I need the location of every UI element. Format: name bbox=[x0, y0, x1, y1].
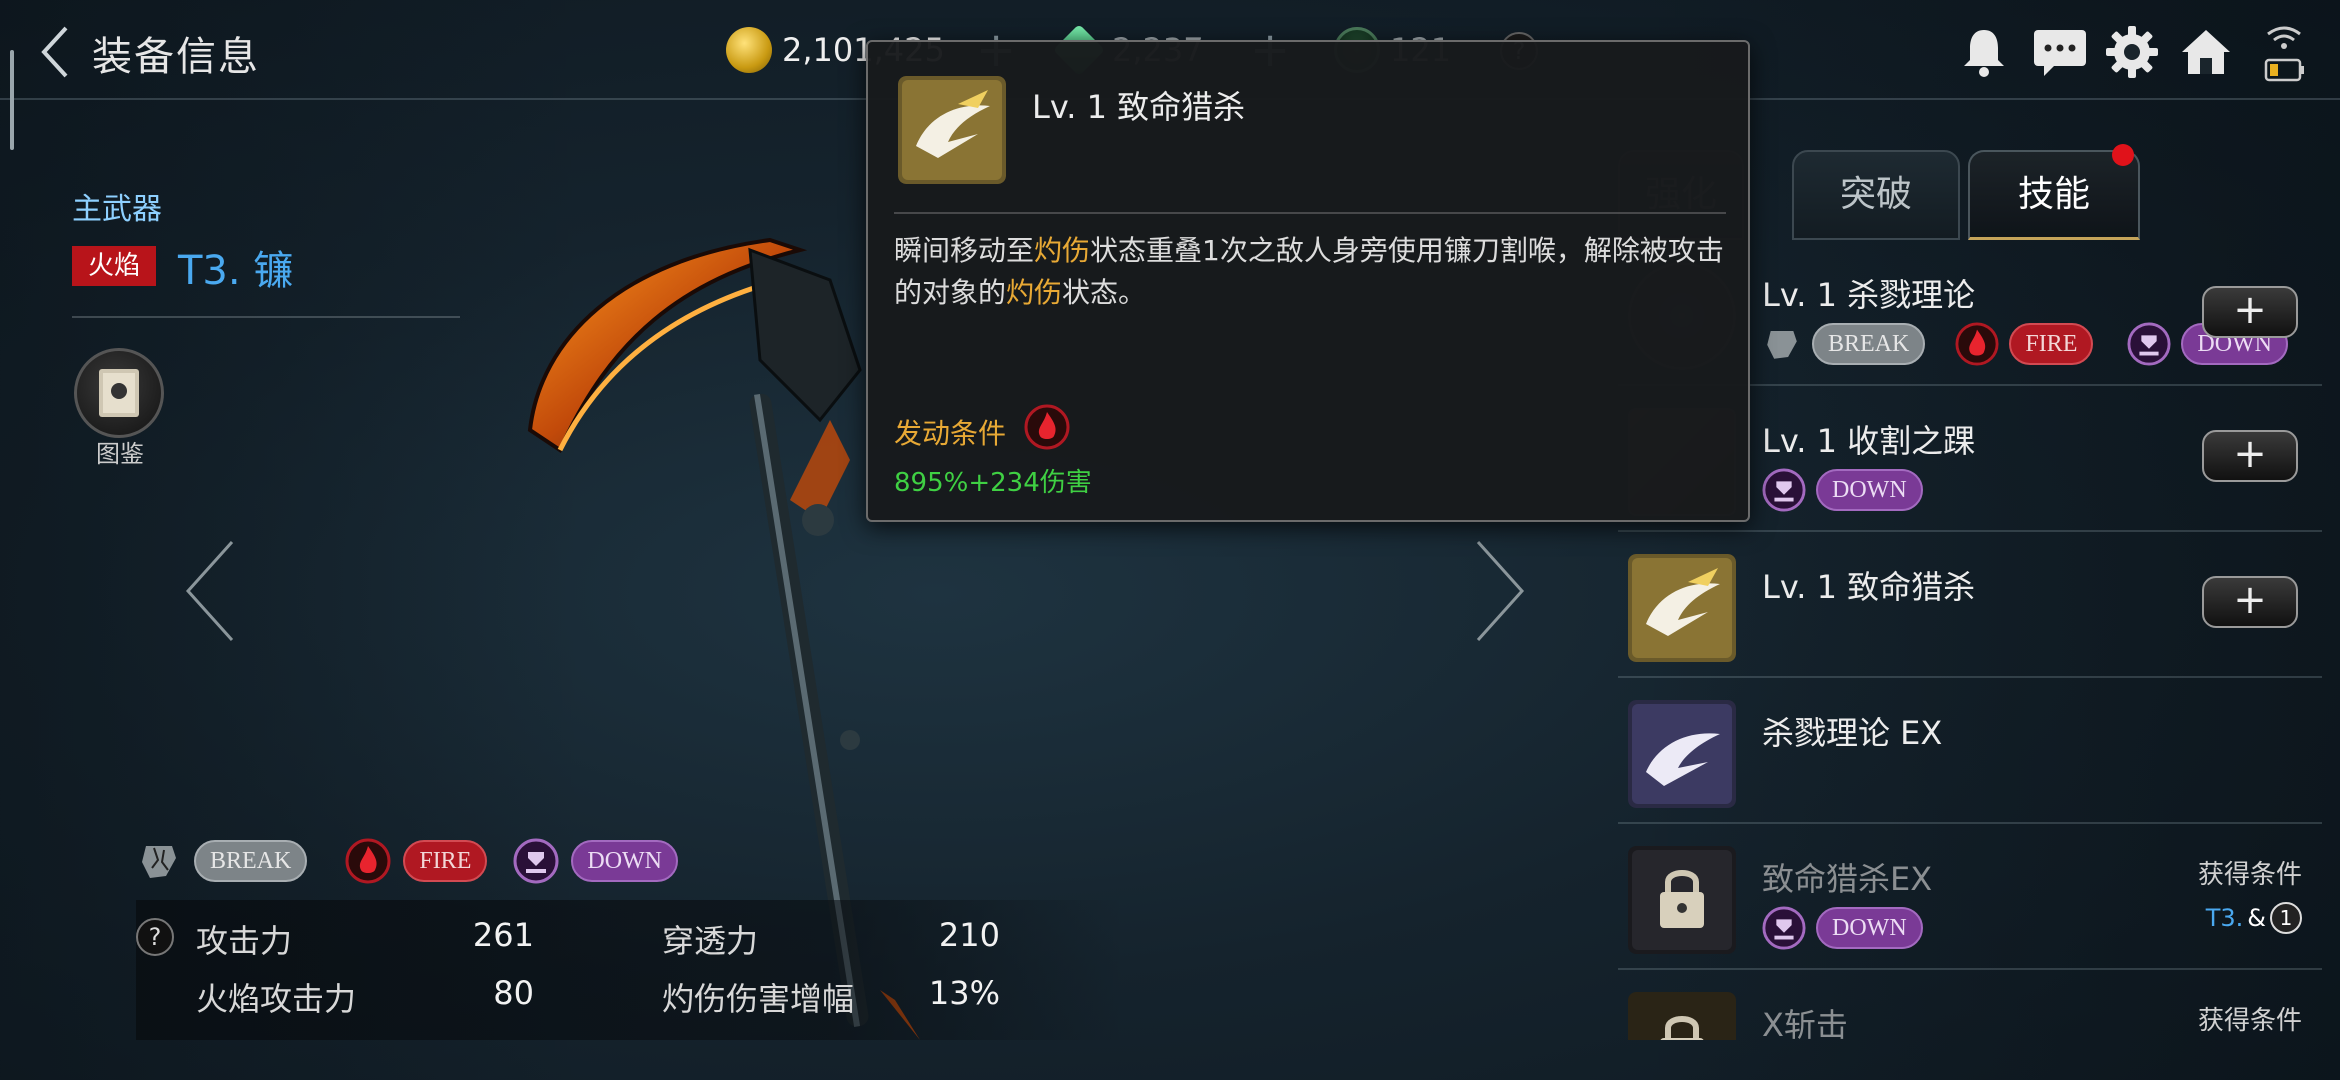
down-effect-icon bbox=[513, 838, 559, 884]
stat-label-burn-amp: 灼伤伤害增幅 bbox=[662, 980, 855, 1018]
tab-skills[interactable]: 技能 bbox=[1968, 150, 2140, 240]
skill-row[interactable]: 杀戮理论 EX bbox=[1618, 678, 2322, 824]
page-title: 装备信息 bbox=[92, 34, 260, 80]
weapon-effect-badges: BREAK FIRE DOWN bbox=[136, 838, 679, 884]
back-arrow-icon[interactable] bbox=[36, 22, 76, 82]
stat-value-burn-amp: 13% bbox=[928, 974, 1000, 1012]
prev-weapon-arrow-icon[interactable] bbox=[180, 536, 240, 646]
tooltip-description: 瞬间移动至灼伤状态重叠1次之敌人身旁使用镰刀割喉，解除被攻击的对象的灼伤状态。 bbox=[894, 230, 1726, 314]
upgrade-skill-button[interactable]: + bbox=[2202, 576, 2298, 628]
condition-amp: & bbox=[2247, 904, 2266, 932]
break-effect-icon bbox=[142, 846, 176, 878]
down-badge: DOWN bbox=[571, 840, 679, 882]
down-effect-icon bbox=[1762, 468, 1806, 512]
condition-tier: T3. bbox=[2205, 904, 2244, 932]
skill-lethal-hunt-icon bbox=[1628, 554, 1736, 662]
bell-icon[interactable] bbox=[1956, 24, 2012, 80]
skill-name: Lv. 1 致命猎杀 bbox=[1762, 568, 1976, 606]
stats-help-icon[interactable]: ? bbox=[136, 918, 174, 956]
unlock-condition-label: 获得条件 bbox=[2197, 860, 2302, 890]
skill-lethal-hunt-icon bbox=[898, 76, 1006, 184]
skill-row[interactable]: Lv. 1 致命猎杀 + bbox=[1618, 532, 2322, 678]
skill-row[interactable]: X斩击 获得条件 bbox=[1618, 970, 2322, 1040]
element-tag: 火焰 bbox=[72, 246, 156, 286]
notification-dot bbox=[2112, 144, 2134, 166]
skill-slaughter-ex-icon bbox=[1628, 700, 1736, 808]
tab-breakthrough[interactable]: 突破 bbox=[1792, 150, 1960, 240]
down-effect-icon bbox=[2127, 322, 2171, 366]
wifi-battery-icon bbox=[2264, 26, 2304, 82]
skill-name: X斩击 bbox=[1762, 1006, 1848, 1040]
upgrade-skill-button[interactable]: + bbox=[2202, 430, 2298, 482]
stat-value-attack: 261 bbox=[472, 916, 534, 954]
desc-text: 状态。 bbox=[1062, 276, 1147, 309]
left-scroll-indicator bbox=[10, 50, 14, 150]
skill-badges: DOWN bbox=[1762, 468, 1923, 512]
down-effect-icon bbox=[1762, 906, 1806, 950]
weapon-slot-label: 主武器 bbox=[72, 192, 162, 227]
skill-row[interactable]: 致命猎杀EX DOWN 获得条件 T3. & 1 bbox=[1618, 824, 2322, 970]
weapon-name: T3. 镰 bbox=[178, 248, 294, 294]
unlock-condition-value: T3. & 1 bbox=[2206, 902, 2302, 934]
down-badge: DOWN bbox=[1816, 907, 1923, 949]
divider bbox=[72, 316, 460, 318]
book-icon bbox=[99, 369, 139, 417]
trigger-condition-label: 发动条件 bbox=[894, 417, 1007, 450]
fire-effect-icon bbox=[345, 838, 391, 884]
stat-label-attack: 攻击力 bbox=[196, 922, 293, 960]
upgrade-skill-button[interactable]: + bbox=[2202, 286, 2298, 338]
locked-skill-icon bbox=[1628, 846, 1736, 954]
gold-coin-icon bbox=[726, 27, 772, 73]
break-badge: BREAK bbox=[194, 840, 308, 882]
desc-keyword-burn: 灼伤 bbox=[1034, 234, 1091, 267]
skill-badges: DOWN bbox=[1762, 906, 1923, 950]
unlock-condition-label: 获得条件 bbox=[2197, 1006, 2302, 1036]
fire-effect-icon bbox=[1955, 322, 1999, 366]
desc-text: 瞬间移动至 bbox=[894, 234, 1035, 267]
divider bbox=[894, 212, 1726, 214]
fire-badge: FIRE bbox=[403, 840, 488, 882]
desc-keyword-burn: 灼伤 bbox=[1006, 276, 1063, 309]
break-badge: BREAK bbox=[1812, 323, 1926, 365]
condition-number: 1 bbox=[2270, 902, 2302, 934]
skill-name: 致命猎杀EX bbox=[1762, 860, 1933, 898]
weapon-stats-panel: ? 攻击力 261 穿透力 210 火焰攻击力 80 灼伤伤害增幅 13% bbox=[136, 900, 1126, 1040]
stat-label-fire-attack: 火焰攻击力 bbox=[196, 980, 357, 1018]
stat-value-fire-attack: 80 bbox=[493, 974, 534, 1012]
chat-icon[interactable] bbox=[2030, 24, 2090, 80]
next-weapon-arrow-icon[interactable] bbox=[1470, 536, 1530, 646]
fire-badge: FIRE bbox=[2009, 323, 2094, 365]
skill-tooltip: Lv. 1 致命猎杀 瞬间移动至灼伤状态重叠1次之敌人身旁使用镰刀割喉，解除被攻… bbox=[866, 40, 1750, 522]
tooltip-title: Lv. 1 致命猎杀 bbox=[1032, 88, 1246, 126]
down-badge: DOWN bbox=[1816, 469, 1923, 511]
stat-value-penetration: 210 bbox=[938, 916, 1000, 954]
skill-name: Lv. 1 收割之踝 bbox=[1762, 422, 1976, 460]
tooltip-damage: 895%+234伤害 bbox=[894, 468, 1092, 498]
skill-name: 杀戮理论 EX bbox=[1762, 714, 1943, 752]
codex-label: 图鉴 bbox=[96, 440, 144, 468]
codex-button[interactable] bbox=[74, 348, 164, 438]
gear-icon[interactable] bbox=[2104, 24, 2160, 80]
stat-label-penetration: 穿透力 bbox=[662, 922, 759, 960]
fire-effect-icon bbox=[1024, 404, 1070, 450]
home-icon[interactable] bbox=[2178, 24, 2234, 80]
break-effect-icon bbox=[1767, 330, 1797, 359]
skill-name: Lv. 1 杀戮理论 bbox=[1762, 276, 1976, 314]
locked-skill-icon bbox=[1628, 992, 1736, 1040]
